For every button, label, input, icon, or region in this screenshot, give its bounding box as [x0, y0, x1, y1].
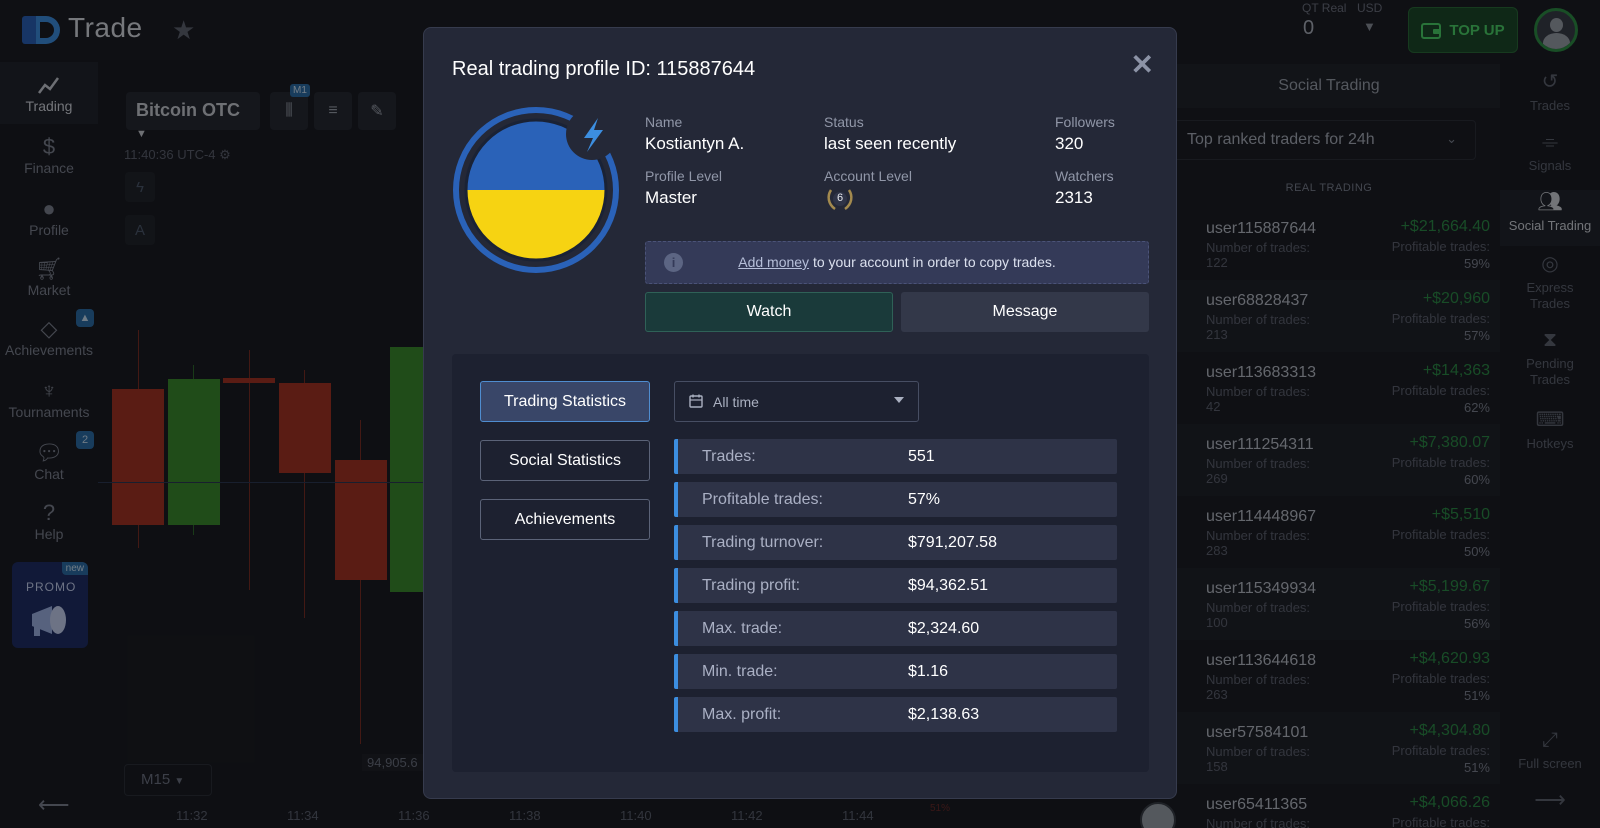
tab-trading-statistics[interactable]: Trading Statistics: [480, 381, 650, 422]
watch-button[interactable]: Watch: [645, 292, 893, 332]
stat-value: $2,138.63: [908, 706, 980, 723]
stat-value: 57%: [908, 491, 941, 508]
tab-achievements[interactable]: Achievements: [480, 499, 650, 540]
stat-value: $1.16: [908, 663, 949, 680]
watchers-label: Watchers: [1055, 168, 1114, 184]
stat-row: Trading turnover: $791,207.58: [674, 525, 1117, 560]
tab-social-statistics[interactable]: Social Statistics: [480, 440, 650, 481]
modal-title: Real trading profile ID: 115887644: [452, 58, 756, 80]
profile-modal: Real trading profile ID: 115887644 ✕ Nam…: [423, 27, 1177, 799]
profile-level: Master: [645, 188, 697, 207]
stat-value: 551: [908, 448, 935, 465]
watchers-count: 2313: [1055, 188, 1093, 207]
stat-row: Trading profit: $94,362.51: [674, 568, 1117, 603]
time-range-select[interactable]: All time: [674, 381, 919, 422]
stat-label: Max. trade:: [702, 620, 783, 637]
stat-row: Profitable trades: 57%: [674, 482, 1117, 517]
profile-flag-avatar: [453, 107, 619, 273]
stat-value: $94,362.51: [908, 577, 989, 594]
time-range-value: All time: [713, 394, 759, 410]
account-level-label: Account Level: [824, 168, 912, 184]
stat-label: Max. profit:: [702, 706, 782, 723]
calendar-icon: [689, 394, 703, 408]
trader-status: last seen recently: [824, 134, 957, 153]
stat-row: Max. profit: $2,138.63: [674, 697, 1117, 732]
stat-value: $791,207.58: [908, 534, 997, 551]
info-icon: i: [664, 253, 683, 272]
followers-label: Followers: [1055, 114, 1115, 130]
account-level-badge-icon: 6: [826, 186, 854, 212]
status-label: Status: [824, 114, 864, 130]
close-icon[interactable]: ✕: [1131, 48, 1154, 81]
message-button[interactable]: Message: [901, 292, 1149, 332]
stat-row: Trades: 551: [674, 439, 1117, 474]
stat-label: Profitable trades:: [702, 491, 823, 508]
trader-name: Kostiantyn A.: [645, 134, 745, 153]
name-label: Name: [645, 114, 683, 130]
chevron-down-icon: [894, 397, 904, 403]
stat-label: Trades:: [702, 448, 756, 465]
stat-row: Min. trade: $1.16: [674, 654, 1117, 689]
add-money-link[interactable]: Add money: [738, 254, 809, 270]
profile-level-label: Profile Level: [645, 168, 723, 184]
stat-label: Trading profit:: [702, 577, 801, 594]
account-level-value: 6: [837, 192, 844, 204]
stat-row: Max. trade: $2,324.60: [674, 611, 1117, 646]
stat-label: Trading turnover:: [702, 534, 824, 551]
notice-text: to your account in order to copy trades.: [809, 254, 1056, 270]
followers-count: 320: [1055, 134, 1084, 153]
stat-value: $2,324.60: [908, 620, 980, 637]
copy-trades-notice: i Add money to your account in order to …: [645, 241, 1149, 284]
stat-label: Min. trade:: [702, 663, 778, 680]
statistics-panel: Trading Statistics Social Statistics Ach…: [452, 354, 1149, 772]
